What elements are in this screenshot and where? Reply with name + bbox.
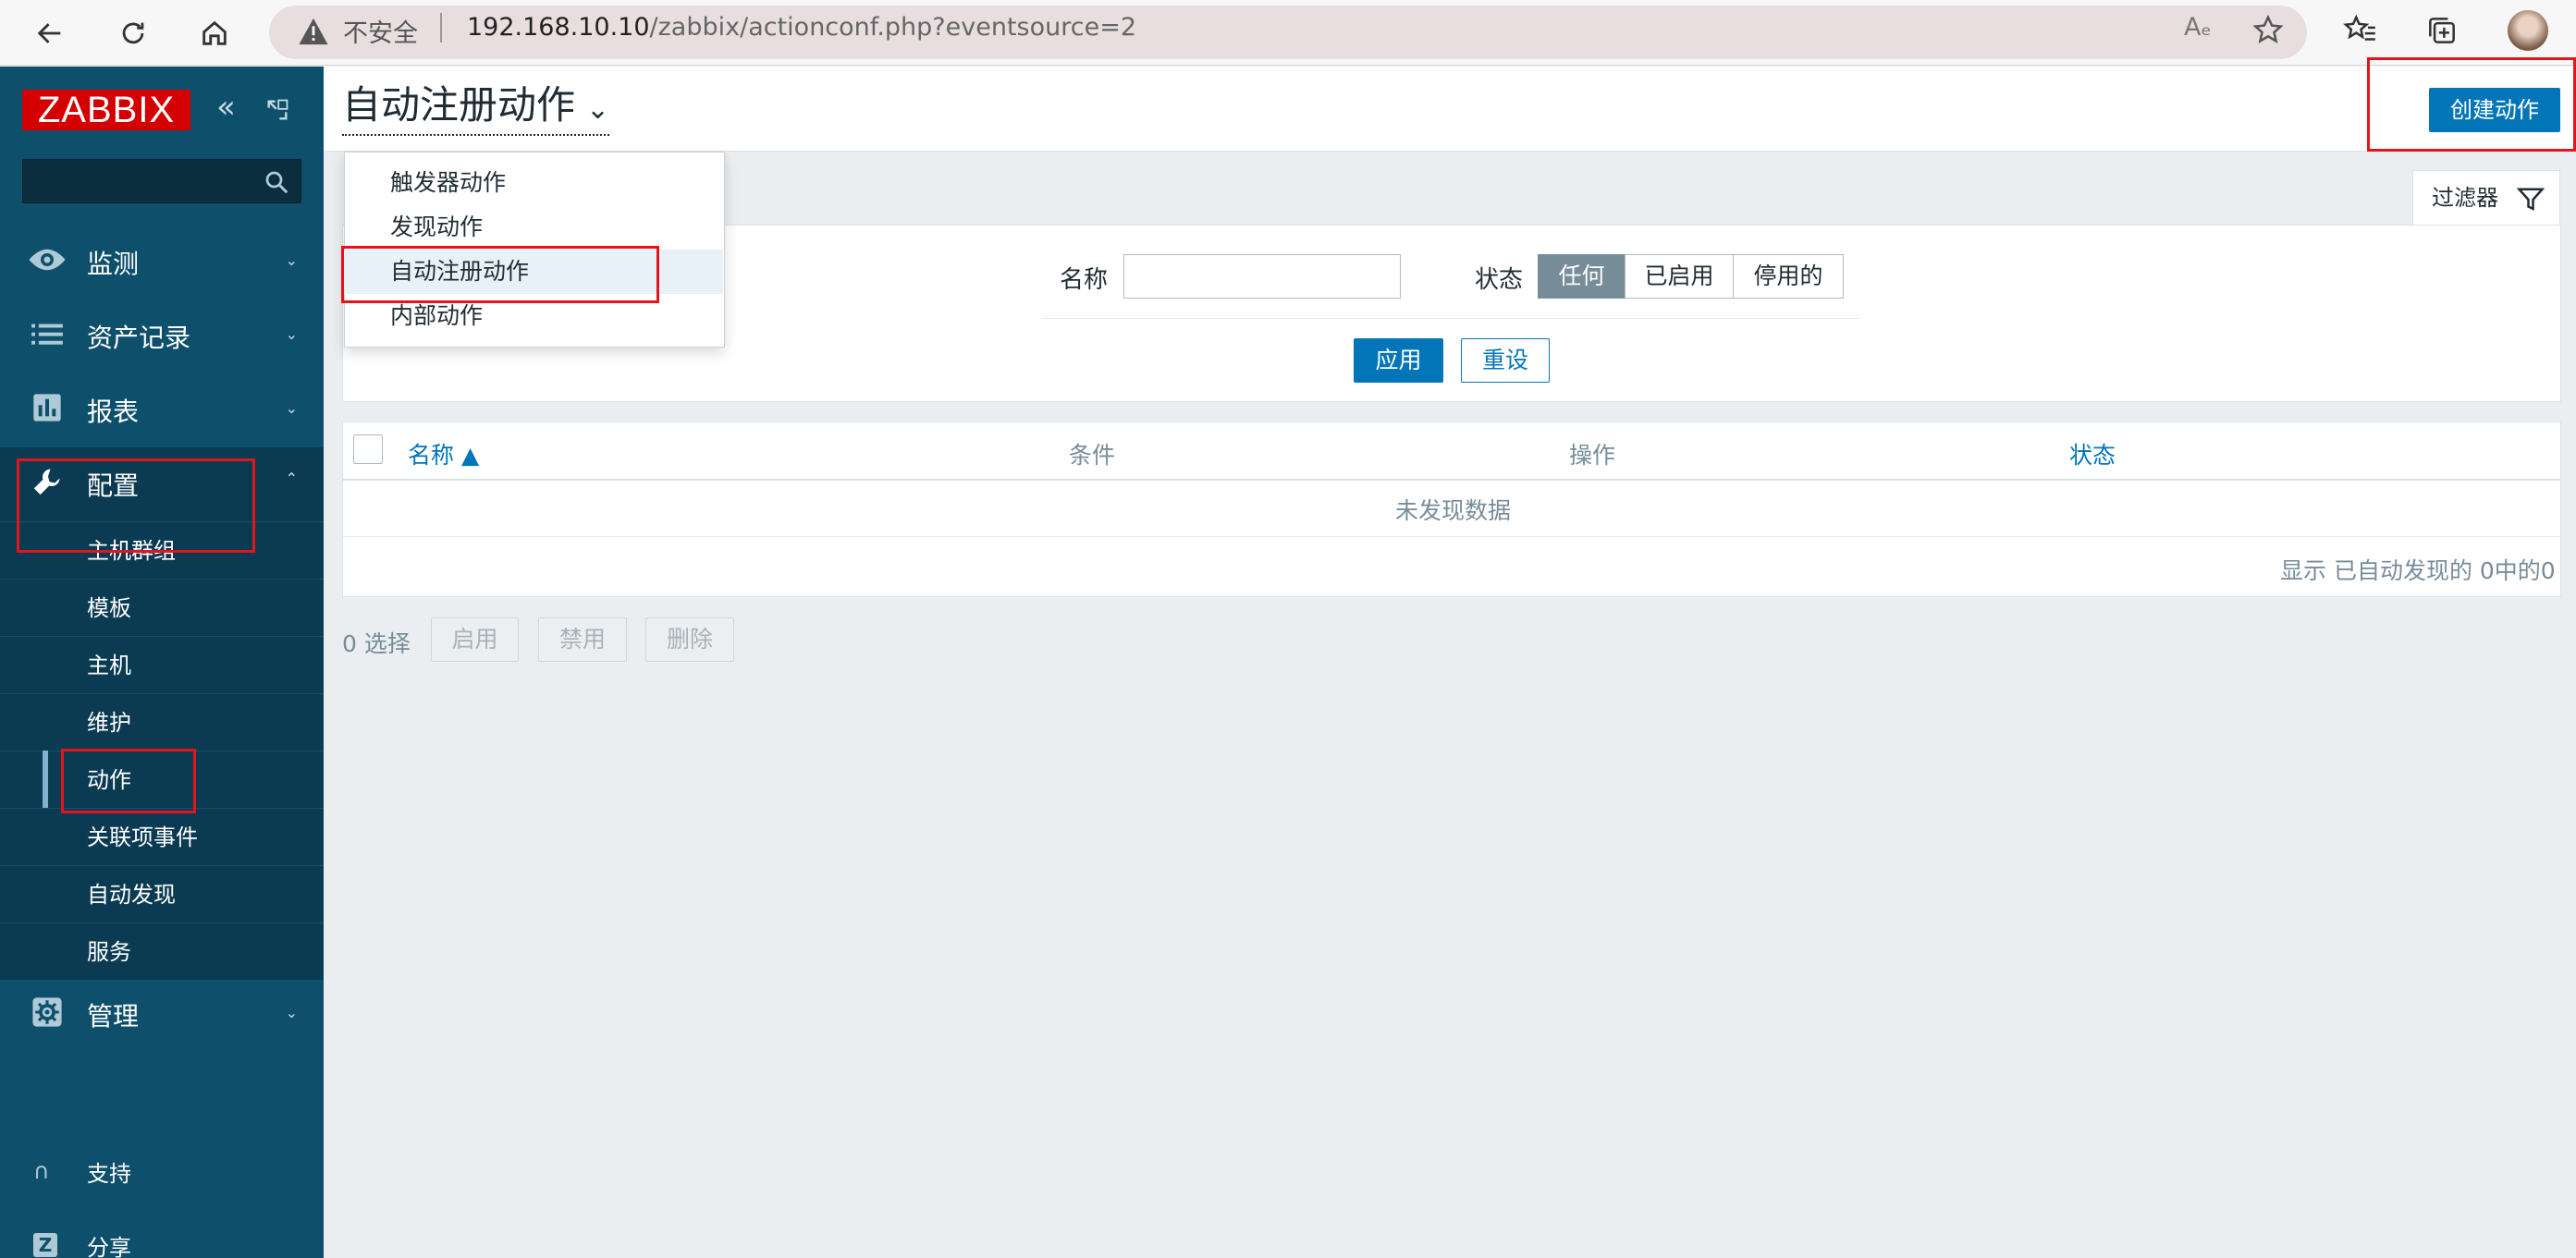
highlight-box-create-action	[2367, 57, 2576, 152]
no-data-message: 未发现数据	[1395, 497, 1512, 524]
submenu-hosts[interactable]: 主机	[0, 636, 324, 693]
refresh-button[interactable]	[107, 7, 159, 59]
status-filter-label: 状态	[1475, 266, 1524, 294]
refresh-icon	[122, 22, 144, 44]
name-filter-input[interactable]	[1123, 254, 1401, 299]
sidebar-search-input[interactable]	[22, 159, 301, 203]
support-label: 支持	[87, 1160, 131, 1187]
read-aloud-icon[interactable]: Aₑ	[2184, 13, 2212, 42]
chevron-down-icon: ⌄	[285, 251, 298, 269]
menu-inventory-label: 资产记录	[87, 323, 191, 353]
name-filter-label: 名称	[1060, 266, 1109, 294]
column-operations: 操作	[1569, 442, 1616, 469]
apply-button[interactable]: 应用	[1354, 338, 1443, 383]
back-arrow-icon	[37, 23, 61, 43]
table-header-border	[342, 479, 2561, 481]
menu-monitoring-label: 监测	[87, 249, 140, 279]
status-any-option[interactable]: 任何	[1538, 254, 1625, 299]
submenu-event-correlation[interactable]: 关联项事件	[0, 808, 324, 865]
collections-icon[interactable]	[2424, 13, 2459, 48]
highlight-box-actions	[61, 749, 196, 813]
filter-tab-label: 过滤器	[2432, 185, 2498, 211]
highlight-box-configuration	[17, 458, 255, 553]
chevron-down-icon: ⌄	[285, 1004, 298, 1021]
chevron-down-icon: ⌄	[586, 93, 610, 126]
share-z-icon: Z	[33, 1233, 57, 1257]
home-button[interactable]	[189, 7, 240, 59]
chevron-down-icon: ⌄	[285, 399, 298, 417]
kiosk-mode-icon[interactable]	[264, 97, 290, 123]
profile-avatar[interactable]	[2508, 10, 2548, 51]
page-title-dropdown[interactable]: 自动注册动作 ⌄	[342, 81, 610, 136]
back-button[interactable]	[24, 7, 76, 59]
chevron-up-icon: ⌃	[285, 470, 298, 487]
gear-icon	[24, 996, 70, 1034]
submenu-templates[interactable]: 模板	[0, 579, 324, 636]
headset-icon: ∩	[33, 1158, 50, 1184]
dropdown-item-discovery-actions[interactable]: 发现动作	[344, 205, 723, 250]
disable-button[interactable]: 禁用	[538, 617, 627, 662]
delete-button[interactable]: 删除	[645, 617, 734, 662]
share-label: 分享	[87, 1234, 131, 1258]
enable-button[interactable]: 启用	[431, 617, 519, 662]
column-name[interactable]: 名称 ▲	[408, 437, 479, 470]
bar-chart-icon	[24, 393, 70, 429]
search-icon[interactable]	[263, 168, 290, 196]
share-link[interactable]: Z 分享	[0, 1213, 324, 1258]
collapse-sidebar-icon[interactable]: «	[216, 89, 236, 126]
page-header	[324, 67, 2576, 152]
filter-icon	[2517, 188, 2545, 212]
chevron-down-icon: ⌄	[285, 325, 298, 343]
url-text[interactable]: 192.168.10.10/zabbix/actionconf.php?even…	[467, 13, 1136, 42]
selected-count: 0 选择	[342, 630, 411, 657]
reset-button[interactable]: 重设	[1461, 338, 1550, 383]
security-label: 不安全	[343, 19, 418, 48]
list-icon	[24, 322, 70, 352]
submenu-discovery[interactable]: 自动发现	[0, 865, 324, 922]
highlight-box-autoregistration	[341, 246, 659, 303]
favorites-icon[interactable]	[2343, 13, 2378, 48]
dropdown-item-trigger-actions[interactable]: 触发器动作	[344, 161, 723, 205]
zabbix-logo[interactable]: ZABBIX	[22, 90, 190, 130]
menu-administration[interactable]: 管理 ⌄	[0, 978, 324, 1052]
select-all-checkbox[interactable]	[353, 434, 383, 464]
add-favorite-icon[interactable]	[2251, 13, 2286, 48]
submenu-maintenance[interactable]: 维护	[0, 693, 324, 751]
column-status[interactable]: 状态	[2069, 437, 2116, 470]
submenu-services[interactable]: 服务	[0, 922, 324, 980]
filter-tab[interactable]: 过滤器	[2412, 170, 2560, 226]
page-title: 自动注册动作	[342, 82, 576, 128]
warning-icon	[299, 18, 328, 45]
menu-reports[interactable]: 报表 ⌄	[0, 373, 324, 447]
status-enabled-option[interactable]: 已启用	[1625, 254, 1734, 299]
menu-monitoring[interactable]: 监测 ⌄	[0, 226, 324, 299]
menu-reports-label: 报表	[87, 397, 140, 427]
url-path: /zabbix/actionconf.php?eventsource=2	[649, 13, 1136, 42]
table-row-border	[342, 536, 2561, 537]
url-separator	[440, 13, 442, 43]
menu-administration-label: 管理	[87, 1001, 140, 1032]
paging-info: 显示 已自动发现的 0中的0	[2280, 557, 2556, 584]
active-indicator	[43, 751, 48, 808]
support-link[interactable]: ∩ 支持	[0, 1139, 324, 1203]
column-conditions: 条件	[1069, 442, 1116, 469]
eye-icon	[24, 247, 70, 279]
filter-divider	[1043, 318, 1859, 319]
url-host: 192.168.10.10	[467, 13, 650, 42]
menu-inventory[interactable]: 资产记录 ⌄	[0, 299, 324, 373]
home-icon	[202, 20, 227, 45]
status-disabled-option[interactable]: 停用的	[1733, 254, 1844, 299]
